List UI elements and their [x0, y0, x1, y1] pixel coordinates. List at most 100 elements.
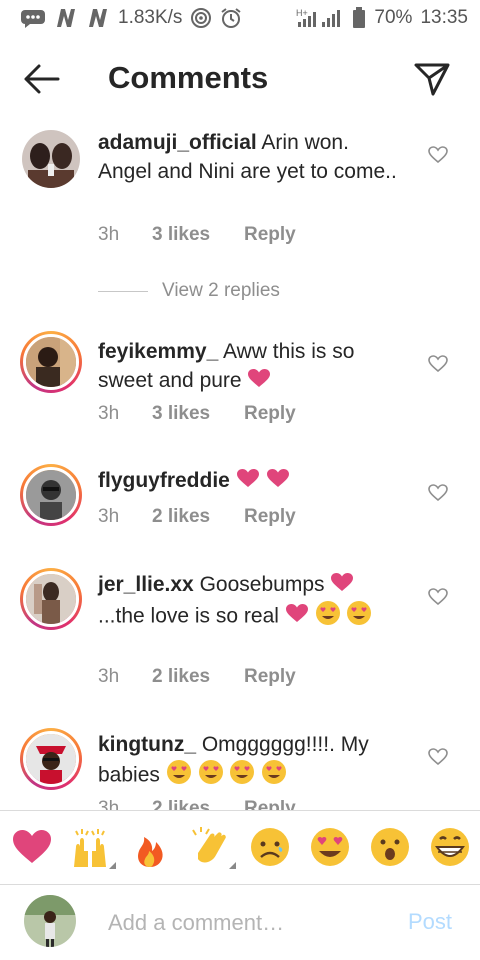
- comment-time: 3h: [98, 403, 120, 424]
- reply-button[interactable]: Reply: [244, 403, 296, 425]
- like-heart-icon[interactable]: [428, 748, 448, 766]
- network-type: H+: [296, 8, 308, 18]
- reply-button[interactable]: Reply: [244, 224, 296, 246]
- comment-likes[interactable]: 3 likes: [152, 403, 244, 425]
- comment-text: adamuji_official Arin won. Angel and Nin…: [98, 128, 398, 186]
- heart-eyes-emoji-icon: [315, 600, 341, 634]
- comment-time: 3h: [98, 666, 120, 687]
- like-heart-icon[interactable]: [428, 588, 448, 606]
- comment-time: 3h: [98, 224, 120, 245]
- avatar[interactable]: [22, 130, 80, 188]
- avatar[interactable]: [20, 331, 82, 393]
- avatar[interactable]: [20, 568, 82, 630]
- my-avatar: [24, 895, 76, 947]
- heart-eyes-emoji-icon: [166, 759, 192, 793]
- like-heart-icon[interactable]: [428, 484, 448, 502]
- comment-likes[interactable]: 2 likes: [152, 798, 244, 810]
- heart-eyes-emoji-icon: [261, 759, 287, 793]
- emoji-quick-bar: [0, 810, 480, 884]
- heart-eyes-face-icon: [311, 828, 349, 866]
- page-title: Comments: [108, 60, 269, 95]
- share-button[interactable]: [412, 60, 452, 98]
- view-replies-label: View 2 replies: [162, 280, 280, 301]
- comment-text: feyikemmy_ Aww this is so sweet and pure: [98, 337, 398, 396]
- avatar[interactable]: [20, 464, 82, 526]
- pink-heart-icon: [330, 571, 354, 600]
- comment-meta: 3h 3 likes Reply: [98, 403, 296, 425]
- hotspot-icon: [190, 7, 212, 29]
- comment-item: jer_llie.xx Goosebumps ...the love is so…: [0, 564, 480, 714]
- network-speed: 1.83K/s: [118, 7, 183, 28]
- like-heart-icon[interactable]: [428, 146, 448, 164]
- heart-eyes-emoji-icon: [229, 759, 255, 793]
- clock: 13:35: [420, 7, 468, 28]
- comment-username[interactable]: adamuji_official: [98, 131, 257, 154]
- post-button[interactable]: Post: [408, 909, 452, 935]
- reply-button[interactable]: Reply: [244, 798, 296, 810]
- comments-list[interactable]: adamuji_official Arin won. Angel and Nin…: [0, 120, 480, 810]
- comment-likes[interactable]: 2 likes: [152, 506, 244, 528]
- view-replies-button[interactable]: View 2 replies: [98, 280, 280, 302]
- comment-meta: 3h 3 likes Reply: [98, 224, 296, 246]
- heart-icon: [13, 830, 51, 863]
- status-bar: 1.83K/s H+ 70% 13:35: [0, 0, 480, 38]
- heart-eyes-emoji-icon: [198, 759, 224, 793]
- comment-meta: 3h 2 likes Reply: [98, 798, 296, 810]
- comment-text: jer_llie.xx Goosebumps ...the love is so…: [98, 570, 398, 634]
- battery-icon: [352, 7, 366, 29]
- comment-username[interactable]: jer_llie.xx: [98, 573, 194, 596]
- grinning-face-icon: [431, 828, 469, 866]
- replies-divider: [98, 290, 148, 292]
- grinning-face-emoji-button[interactable]: [428, 825, 472, 869]
- comment-time: 3h: [98, 798, 120, 810]
- reply-button[interactable]: Reply: [244, 506, 296, 528]
- status-left: 1.83K/s: [20, 7, 242, 29]
- sad-face-icon: [251, 828, 289, 866]
- battery-percent: 70%: [374, 7, 413, 28]
- add-comment-bar: Post: [0, 884, 480, 960]
- fire-emoji-button[interactable]: [128, 825, 172, 869]
- comment-text: kingtunz_ Omgggggg!!!!. My babies: [98, 730, 398, 793]
- status-right: H+ 70% 13:35: [294, 7, 468, 29]
- skin-tone-indicator: [109, 862, 116, 869]
- pink-heart-icon: [247, 367, 271, 396]
- alarm-icon: [220, 7, 242, 29]
- comment-item: adamuji_official Arin won. Angel and Nin…: [0, 120, 480, 320]
- pink-heart-icon: [236, 467, 260, 496]
- sad-face-emoji-button[interactable]: [248, 825, 292, 869]
- heart-eyes-emoji-icon: [346, 600, 372, 634]
- pink-heart-icon: [266, 467, 290, 496]
- surprised-face-icon: [371, 828, 409, 866]
- clapping-hands-emoji-button[interactable]: [188, 825, 236, 869]
- comment-input[interactable]: [108, 905, 388, 941]
- clapping-hands-icon: [192, 827, 226, 863]
- netflix-icon: [54, 7, 78, 29]
- heart-eyes-emoji-button[interactable]: [308, 825, 352, 869]
- avatar[interactable]: [20, 728, 82, 790]
- comment-meta: 3h 2 likes Reply: [98, 506, 296, 528]
- netflix-icon-2: [86, 7, 110, 29]
- comment-username[interactable]: feyikemmy_: [98, 340, 218, 363]
- message-icon: [20, 8, 46, 28]
- comment-likes[interactable]: 2 likes: [152, 666, 244, 688]
- signal-icon: H+: [294, 7, 344, 29]
- header: Comments: [0, 38, 480, 120]
- heart-emoji-button[interactable]: [10, 825, 54, 869]
- fire-icon: [138, 837, 163, 867]
- comment-time: 3h: [98, 506, 120, 527]
- raised-hands-emoji-button[interactable]: [68, 825, 116, 869]
- comment-item: feyikemmy_ Aww this is so sweet and pure…: [0, 325, 480, 445]
- comment-item: flyguyfreddie 3h 2 likes Reply: [0, 460, 480, 560]
- back-button[interactable]: [22, 62, 62, 96]
- surprised-face-emoji-button[interactable]: [368, 825, 412, 869]
- comment-likes[interactable]: 3 likes: [152, 224, 244, 246]
- comment-username[interactable]: kingtunz_: [98, 733, 196, 756]
- like-heart-icon[interactable]: [428, 355, 448, 373]
- comment-meta: 3h 2 likes Reply: [98, 666, 296, 688]
- skin-tone-indicator: [229, 862, 236, 869]
- reply-button[interactable]: Reply: [244, 666, 296, 688]
- raised-hands-icon: [74, 829, 106, 867]
- back-arrow-icon: [24, 64, 60, 94]
- comment-username[interactable]: flyguyfreddie: [98, 469, 230, 492]
- pink-heart-icon: [285, 602, 309, 631]
